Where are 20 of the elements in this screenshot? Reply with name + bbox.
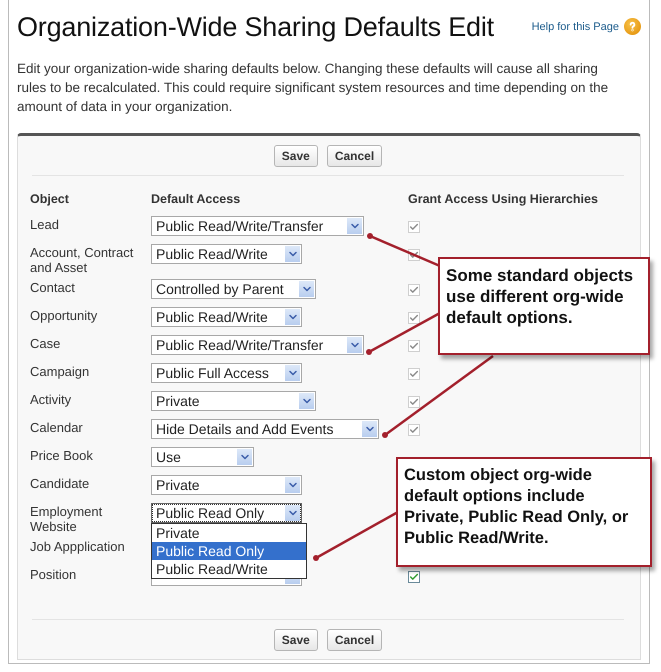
callout-note: Custom object org-wide default options include Private, Public Read Only, or Public Read/Write.	[396, 457, 652, 567]
object-label: Job Appplication	[30, 538, 126, 556]
object-label: Calendar	[30, 419, 84, 437]
column-header: Grant Access Using Hierarchies	[407, 192, 599, 206]
object-label: Account, Contract and Asset	[30, 244, 134, 275]
object-label: Case	[30, 335, 62, 353]
callout-note: Some standard objects use different org-wide default options.	[438, 257, 650, 355]
object-label: Position	[30, 566, 78, 584]
page-title: Organization-Wide Sharing Defaults Edit	[17, 12, 494, 43]
object-label: Activity	[30, 391, 72, 409]
object-label: Opportunity	[30, 307, 98, 325]
object-label: Candidate	[30, 475, 90, 493]
object-label: Lead	[30, 216, 60, 234]
object-label: Employment Website	[30, 503, 104, 534]
column-header: Object	[30, 192, 70, 206]
object-label: Price Book	[30, 447, 94, 465]
column-header: Default Access	[151, 192, 242, 206]
object-label: Contact	[30, 279, 76, 297]
object-label: Campaign	[30, 363, 90, 381]
description-text: Edit your organization-wide sharing defaults below. Changing these defaults will cause all sharing rules to be recalculated. This could require significant system resources and time depending on the amount of data in your organization.	[17, 60, 610, 116]
